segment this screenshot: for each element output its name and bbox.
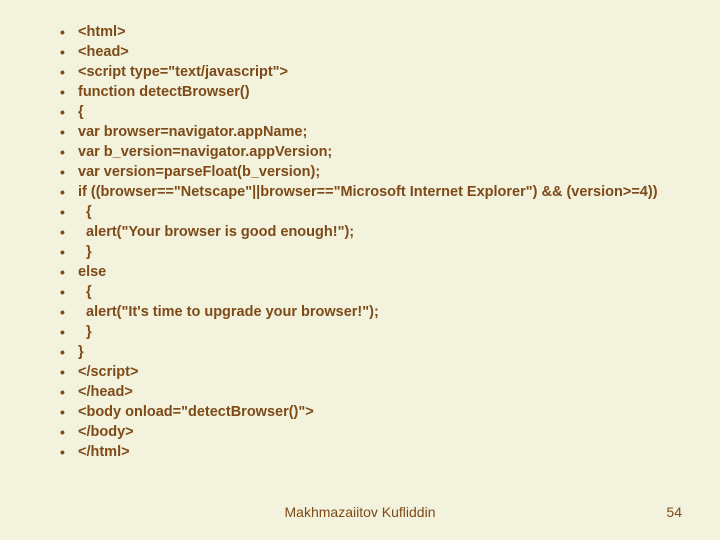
code-line: } [54, 342, 666, 362]
code-line: } [54, 242, 666, 262]
code-line: </body> [54, 422, 666, 442]
code-line: alert("Your browser is good enough!"); [54, 222, 666, 242]
code-line: else [54, 262, 666, 282]
code-line: var version=parseFloat(b_version); [54, 162, 666, 182]
code-line: function detectBrowser() [54, 82, 666, 102]
code-line: var browser=navigator.appName; [54, 122, 666, 142]
page-number: 54 [666, 504, 682, 520]
code-line: { [54, 282, 666, 302]
code-list: <html><head><script type="text/javascrip… [54, 22, 666, 462]
code-line: </head> [54, 382, 666, 402]
code-line: if ((browser=="Netscape"||browser=="Micr… [54, 182, 666, 202]
code-line: <head> [54, 42, 666, 62]
code-line: } [54, 322, 666, 342]
footer-author: Makhmazaiitov Kufliddin [0, 504, 720, 520]
code-line: alert("It's time to upgrade your browser… [54, 302, 666, 322]
code-line: { [54, 102, 666, 122]
code-line: </script> [54, 362, 666, 382]
code-line: { [54, 202, 666, 222]
code-line: <html> [54, 22, 666, 42]
slide: <html><head><script type="text/javascrip… [0, 0, 720, 540]
code-line: <script type="text/javascript"> [54, 62, 666, 82]
code-line: </html> [54, 442, 666, 462]
code-line: var b_version=navigator.appVersion; [54, 142, 666, 162]
code-line: <body onload="detectBrowser()"> [54, 402, 666, 422]
